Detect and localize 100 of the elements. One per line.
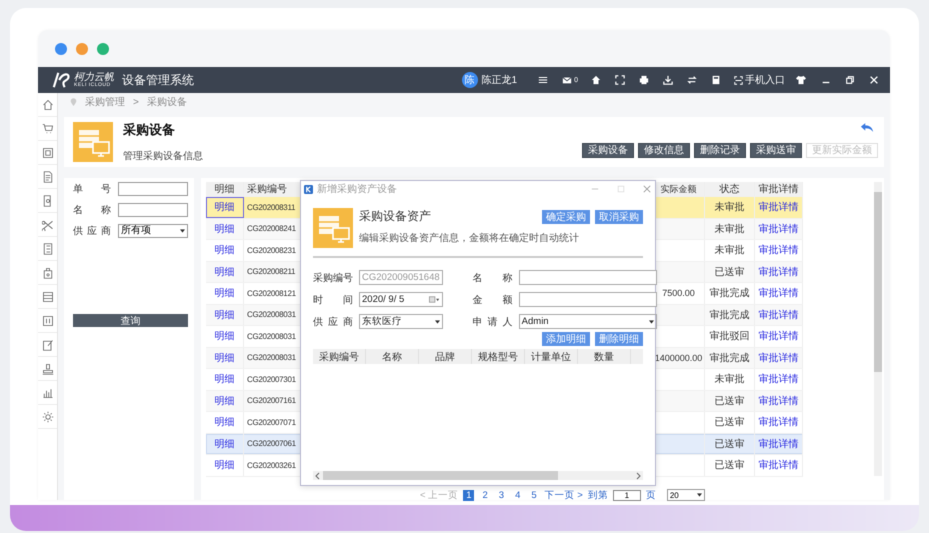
home-icon[interactable] xyxy=(42,98,54,110)
page-number[interactable]: 5 xyxy=(528,490,540,500)
printer-icon[interactable] xyxy=(639,75,649,85)
next-page-link[interactable]: 下一页 > xyxy=(544,488,583,502)
detail-link[interactable]: 明细 xyxy=(206,412,244,432)
column-header: 状态 xyxy=(705,182,755,196)
toolbar-button[interactable]: 删除记录 xyxy=(694,143,746,158)
approval-link[interactable]: 审批详情 xyxy=(755,218,803,239)
menu-icon[interactable] xyxy=(538,75,548,85)
select-field[interactable]: Admin xyxy=(518,314,657,329)
document-icon[interactable] xyxy=(42,194,54,206)
scroll-left-icon[interactable] xyxy=(315,472,321,480)
toolbar-button[interactable]: 采购设备 xyxy=(582,143,634,158)
detail-link[interactable]: 明细 xyxy=(206,390,244,411)
approval-link[interactable]: 审批详情 xyxy=(755,283,803,304)
detail-link[interactable]: 明细 xyxy=(206,369,244,390)
close-dot[interactable] xyxy=(55,42,67,54)
detail-link[interactable]: 明细 xyxy=(206,455,244,476)
document-icon[interactable] xyxy=(42,170,54,182)
detail-link[interactable]: 明细 xyxy=(206,434,244,454)
table-cell: 审批完成 xyxy=(705,304,755,325)
goto-label: 到第 xyxy=(588,488,608,502)
detail-link[interactable]: 明细 xyxy=(206,197,244,218)
home-icon[interactable] xyxy=(591,75,601,85)
filter-input[interactable] xyxy=(118,182,188,196)
stamp-icon[interactable] xyxy=(42,362,54,374)
approval-link[interactable]: 审批详情 xyxy=(755,455,803,476)
calculator-icon[interactable] xyxy=(711,75,721,85)
column-header: 名称 xyxy=(366,349,419,364)
table-cell: 已送审 xyxy=(705,455,755,476)
report-icon[interactable] xyxy=(42,314,54,326)
table-cell: 审批完成 xyxy=(705,283,755,304)
table-cell: 未审批 xyxy=(705,240,755,260)
approval-link[interactable]: 审批详情 xyxy=(755,412,803,432)
detail-link[interactable]: 明细 xyxy=(206,240,244,260)
detail-link[interactable]: 明细 xyxy=(206,218,244,239)
detail-link[interactable]: 明细 xyxy=(206,262,244,282)
table-cell: 已送审 xyxy=(705,412,755,432)
field-label: 名 称 xyxy=(472,272,513,284)
toolbar-button[interactable]: 采购送审 xyxy=(750,143,802,158)
mail-icon[interactable] xyxy=(562,75,572,85)
bar-chart-icon[interactable] xyxy=(42,386,54,398)
card-icon[interactable] xyxy=(42,146,54,158)
approval-link[interactable]: 审批详情 xyxy=(755,326,803,346)
user-name[interactable]: 陈正龙1 xyxy=(482,73,518,87)
caret-icon xyxy=(434,320,440,324)
restore-icon[interactable] xyxy=(845,75,855,85)
field-label: 时 间 xyxy=(313,294,353,306)
shirt-icon[interactable] xyxy=(795,75,807,85)
page-input[interactable]: 1 xyxy=(612,490,641,500)
column-header: 审批详情 xyxy=(755,182,803,196)
detail-link[interactable]: 明细 xyxy=(206,326,244,346)
detail-link[interactable]: 明细 xyxy=(206,348,244,368)
table-cell: 审批驳回 xyxy=(705,326,755,346)
page-subtitle: 管理采购设备信息 xyxy=(123,150,203,163)
bag-icon[interactable] xyxy=(42,266,54,278)
approval-link[interactable]: 审批详情 xyxy=(755,240,803,260)
maximize-dot[interactable] xyxy=(97,42,109,54)
approval-link[interactable]: 审批详情 xyxy=(755,262,803,282)
page-number[interactable]: 1 xyxy=(463,490,474,500)
approval-link[interactable]: 审批详情 xyxy=(755,369,803,390)
approval-link[interactable]: 审批详情 xyxy=(755,434,803,454)
column-header: 采购编号 xyxy=(313,349,366,364)
app-title: 设备管理系统 xyxy=(122,72,194,88)
query-button[interactable]: 查询 xyxy=(73,314,188,327)
dialog-heading: 采购设备资产 xyxy=(359,208,431,225)
scissors-icon[interactable] xyxy=(42,218,54,230)
page-number[interactable]: 3 xyxy=(496,490,508,500)
scroll-right-icon[interactable] xyxy=(635,472,641,480)
page-number[interactable]: 2 xyxy=(479,490,491,500)
input-field[interactable] xyxy=(518,292,657,307)
table-cell: 已送审 xyxy=(705,390,755,411)
toolbar-button[interactable]: 修改信息 xyxy=(638,143,690,158)
field-label: 供 应 商 xyxy=(313,316,353,328)
breadcrumb-current: 采购设备 xyxy=(146,96,187,109)
mobile-entry-link[interactable]: 手机入口 xyxy=(734,73,785,87)
date-field[interactable]: 2020/ 9/ 5 xyxy=(359,292,443,307)
input-field[interactable] xyxy=(518,270,657,285)
select-field[interactable]: 东软医疗 xyxy=(359,314,443,329)
approval-link[interactable]: 审批详情 xyxy=(755,390,803,411)
scrollbar[interactable] xyxy=(313,471,643,480)
approval-link[interactable]: 审批详情 xyxy=(755,304,803,325)
download-icon[interactable] xyxy=(663,75,673,85)
minimize-dot[interactable] xyxy=(76,42,88,54)
list-icon[interactable] xyxy=(42,290,54,302)
fullscreen-icon[interactable] xyxy=(615,75,625,85)
detail-link[interactable]: 明细 xyxy=(206,283,244,304)
page-size-select[interactable]: 20 xyxy=(666,489,705,501)
detail-link[interactable]: 明细 xyxy=(206,304,244,325)
document-icon[interactable] xyxy=(42,242,54,254)
back-arrow-icon[interactable] xyxy=(860,122,874,133)
approval-link[interactable]: 审批详情 xyxy=(755,348,803,368)
edit-icon[interactable] xyxy=(42,338,54,350)
filter-input[interactable] xyxy=(118,203,188,217)
filter-select[interactable]: 所有项 xyxy=(118,224,188,238)
scan-icon xyxy=(734,76,743,84)
cart-icon[interactable] xyxy=(42,122,54,134)
page-number[interactable]: 4 xyxy=(512,490,524,500)
scrollbar[interactable] xyxy=(874,182,882,476)
approval-link[interactable]: 审批详情 xyxy=(755,197,803,218)
